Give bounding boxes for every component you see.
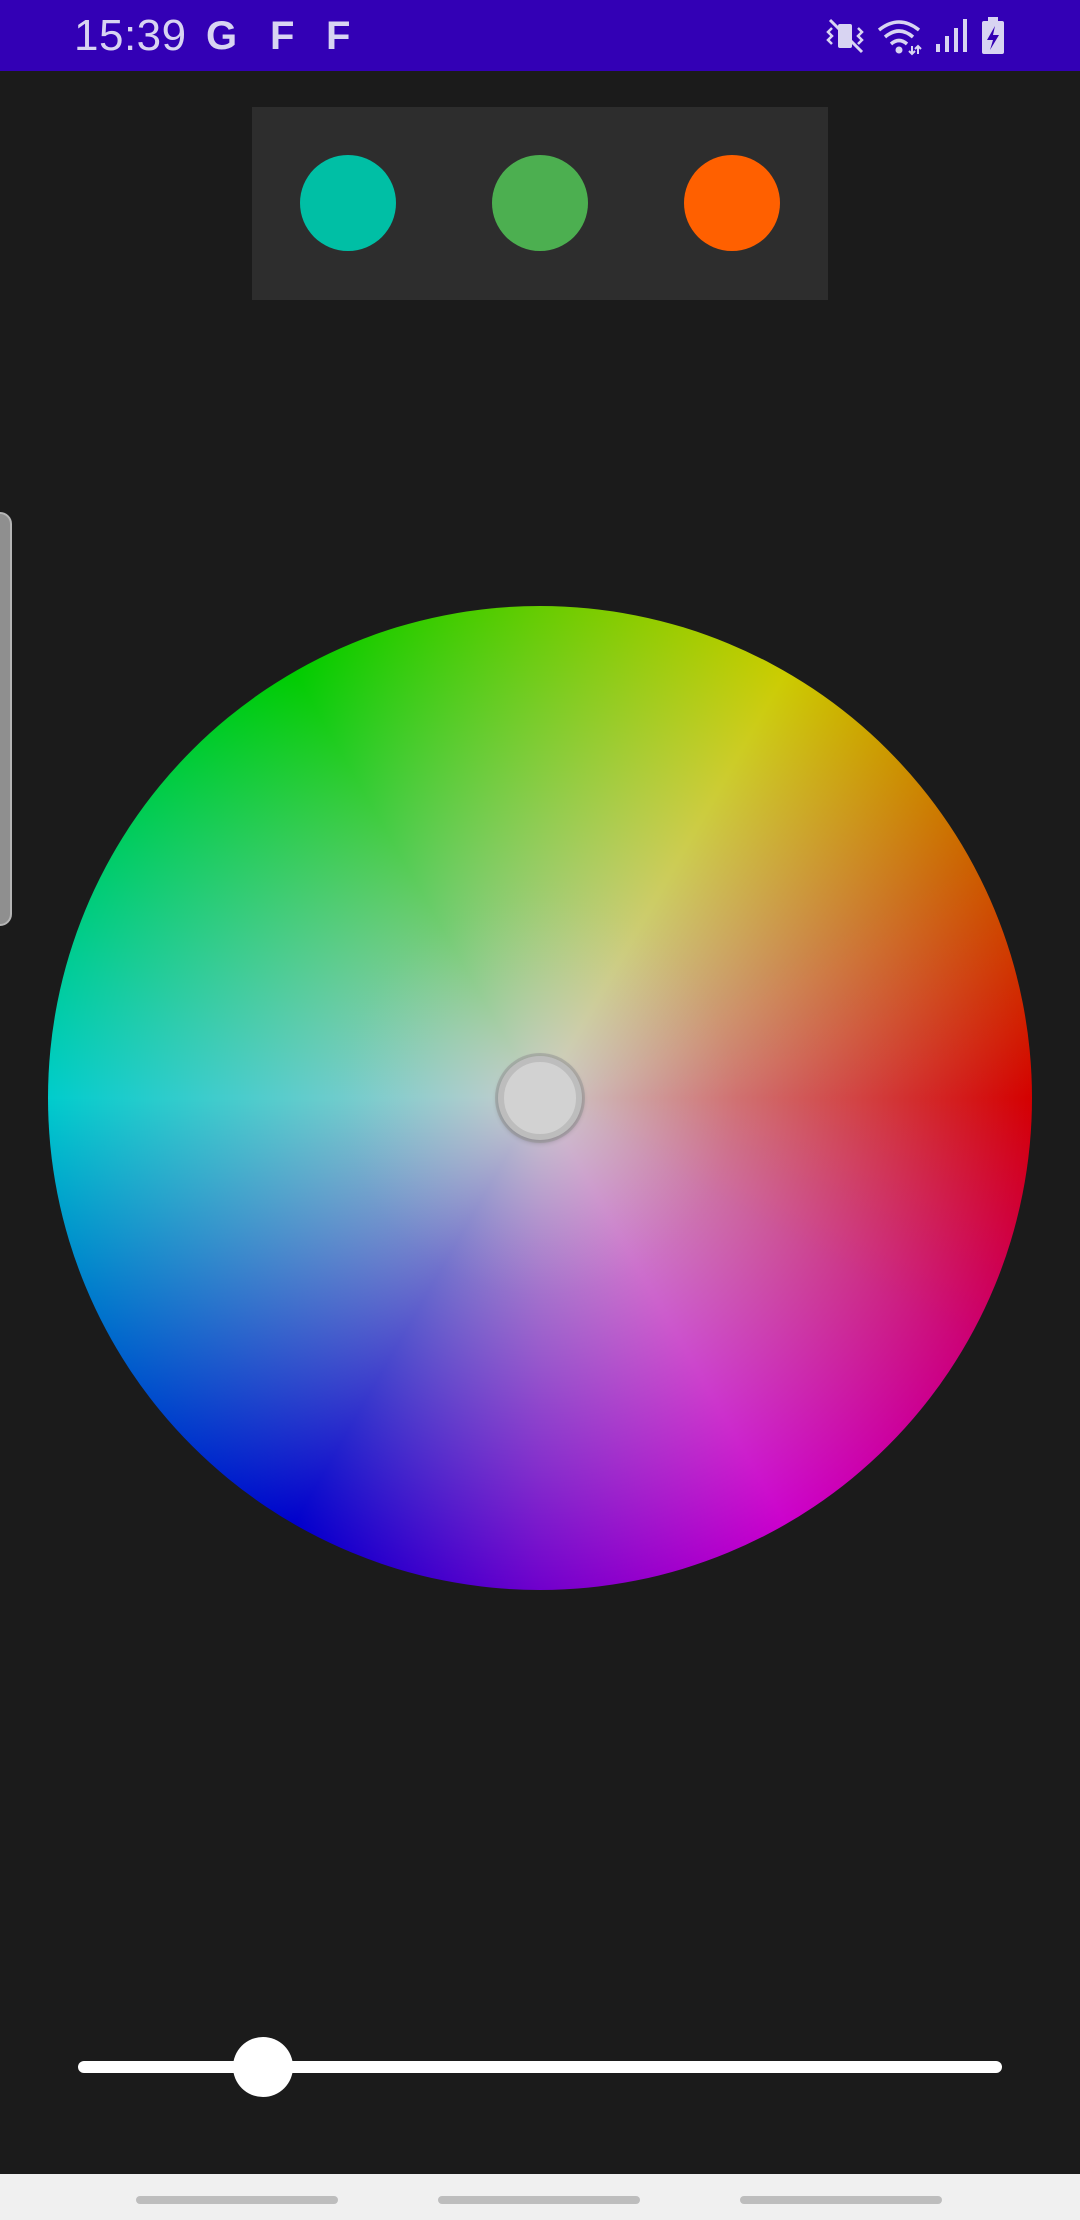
battery-charging-icon: [980, 16, 1006, 61]
wifi-icon: [876, 16, 922, 61]
swatch-panel: [252, 107, 828, 300]
edge-panel-handle[interactable]: [0, 512, 12, 926]
color-wheel-thumb[interactable]: [498, 1056, 582, 1140]
signal-icon: [934, 16, 970, 61]
vibrate-mute-icon: [826, 16, 866, 61]
status-time: 15:39: [74, 11, 187, 60]
google-notification-icon: G: [206, 14, 238, 58]
brightness-slider-thumb[interactable]: [232, 2037, 293, 2097]
nav-recents-button[interactable]: [136, 2196, 338, 2204]
swatch-orange[interactable]: [684, 155, 780, 251]
nav-back-button[interactable]: [740, 2196, 942, 2204]
navigation-bar: [0, 2174, 1080, 2220]
nav-home-button[interactable]: [438, 2196, 640, 2204]
brightness-slider-track[interactable]: [78, 2061, 1002, 2073]
swatch-teal[interactable]: [300, 155, 396, 251]
facebook-notification-icon: F: [326, 14, 351, 58]
swatch-green[interactable]: [492, 155, 588, 251]
facebook-notification-icon: F: [270, 14, 295, 58]
status-bar: 15:39 G F F: [0, 0, 1080, 71]
color-picker-screen: 15:39 G F F: [0, 0, 1080, 2220]
